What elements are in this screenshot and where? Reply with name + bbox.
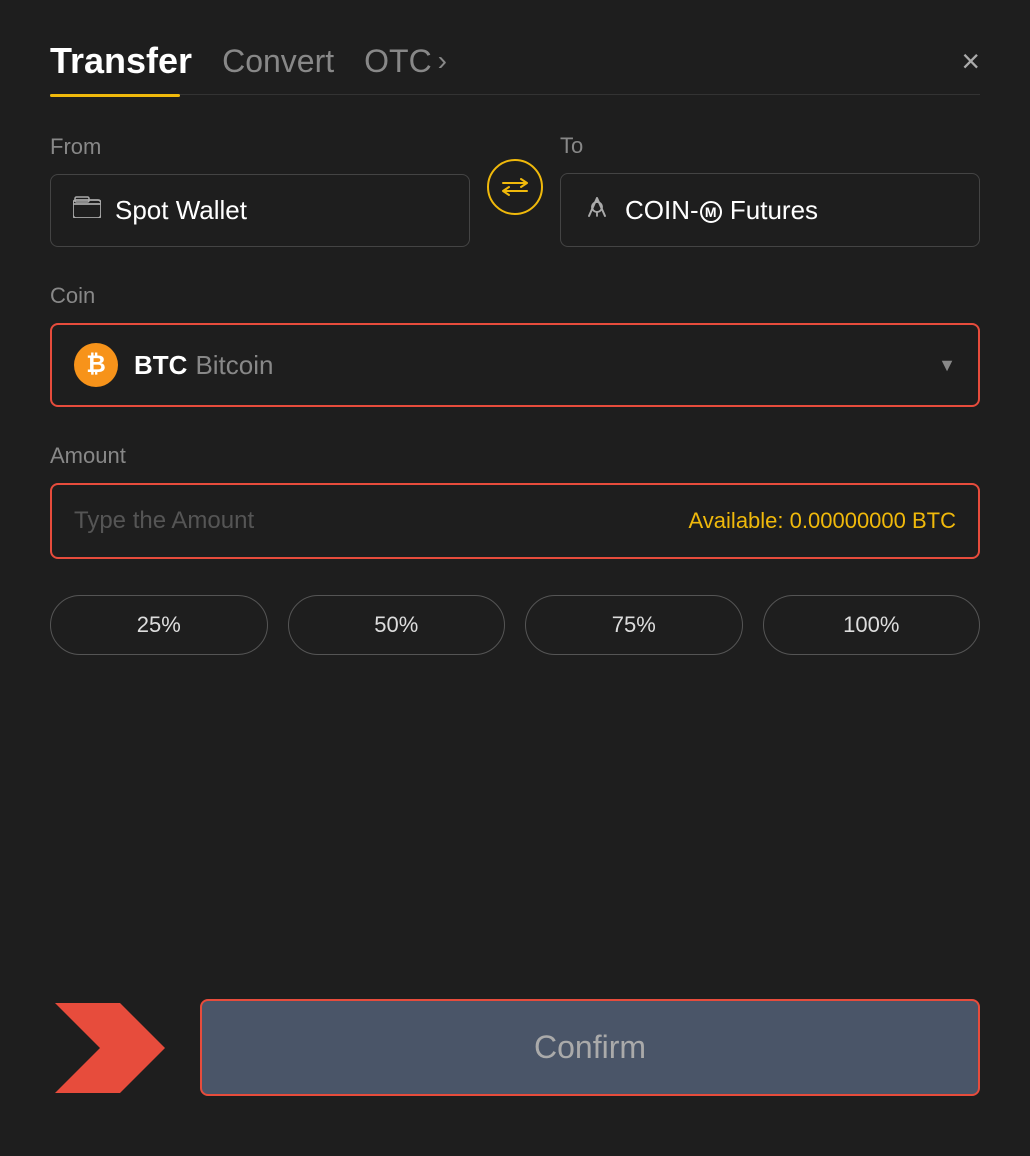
from-label: From [50, 134, 470, 160]
active-tab-underline [50, 94, 180, 97]
available-label: Available: [689, 508, 784, 533]
coin-symbol: BTC [134, 350, 187, 381]
wallet-icon [73, 196, 101, 224]
modal-header: Transfer Convert OTC › × [50, 40, 980, 82]
percent-75-button[interactable]: 75% [525, 595, 743, 655]
from-wallet-text: Spot Wallet [115, 195, 247, 226]
futures-icon [583, 194, 611, 226]
btc-symbol: ₿ [86, 351, 106, 379]
transfer-modal: Transfer Convert OTC › × From [0, 0, 1030, 1156]
coin-label: Coin [50, 283, 980, 309]
percent-50-button[interactable]: 50% [288, 595, 506, 655]
tab-convert[interactable]: Convert [222, 43, 334, 80]
confirm-button[interactable]: Confirm [200, 999, 980, 1096]
available-value: 0.00000000 BTC [790, 508, 956, 533]
from-to-section: From Spot Wallet [50, 133, 980, 247]
arrow-container [50, 1003, 170, 1093]
percent-row: 25% 50% 75% 100% [50, 595, 980, 655]
bottom-area: Confirm [50, 999, 980, 1096]
swap-button-container [470, 159, 560, 221]
tab-underline-container [50, 94, 980, 97]
tab-transfer[interactable]: Transfer [50, 40, 192, 82]
to-label: To [560, 133, 980, 159]
coin-name: Bitcoin [195, 350, 273, 381]
to-futures-text: COIN-M Futures [625, 195, 818, 226]
tab-divider [50, 94, 980, 95]
from-to-row: From Spot Wallet [50, 133, 980, 247]
percent-100-button[interactable]: 100% [763, 595, 981, 655]
tab-otc-label: OTC [364, 43, 432, 80]
from-wallet-box[interactable]: Spot Wallet [50, 174, 470, 247]
amount-available: Available: 0.00000000 BTC [689, 508, 956, 534]
to-wallet-box[interactable]: COIN-M Futures [560, 173, 980, 247]
close-button[interactable]: × [961, 45, 980, 77]
tab-otc[interactable]: OTC › [364, 43, 447, 80]
amount-placeholder[interactable]: Type the Amount [74, 507, 689, 535]
amount-section: Amount Type the Amount Available: 0.0000… [50, 443, 980, 559]
red-arrow-icon [55, 1003, 165, 1093]
dropdown-arrow-icon: ▼ [938, 355, 956, 376]
swap-button[interactable] [487, 159, 543, 215]
percent-25-button[interactable]: 25% [50, 595, 268, 655]
btc-icon: ₿ [74, 343, 118, 387]
coin-section: Coin ₿ BTC Bitcoin ▼ [50, 283, 980, 407]
amount-box: Type the Amount Available: 0.00000000 BT… [50, 483, 980, 559]
coin-selector[interactable]: ₿ BTC Bitcoin ▼ [50, 323, 980, 407]
from-column: From Spot Wallet [50, 134, 470, 247]
amount-label: Amount [50, 443, 980, 469]
to-column: To COIN-M Futures [560, 133, 980, 247]
otc-chevron-icon: › [438, 45, 447, 77]
